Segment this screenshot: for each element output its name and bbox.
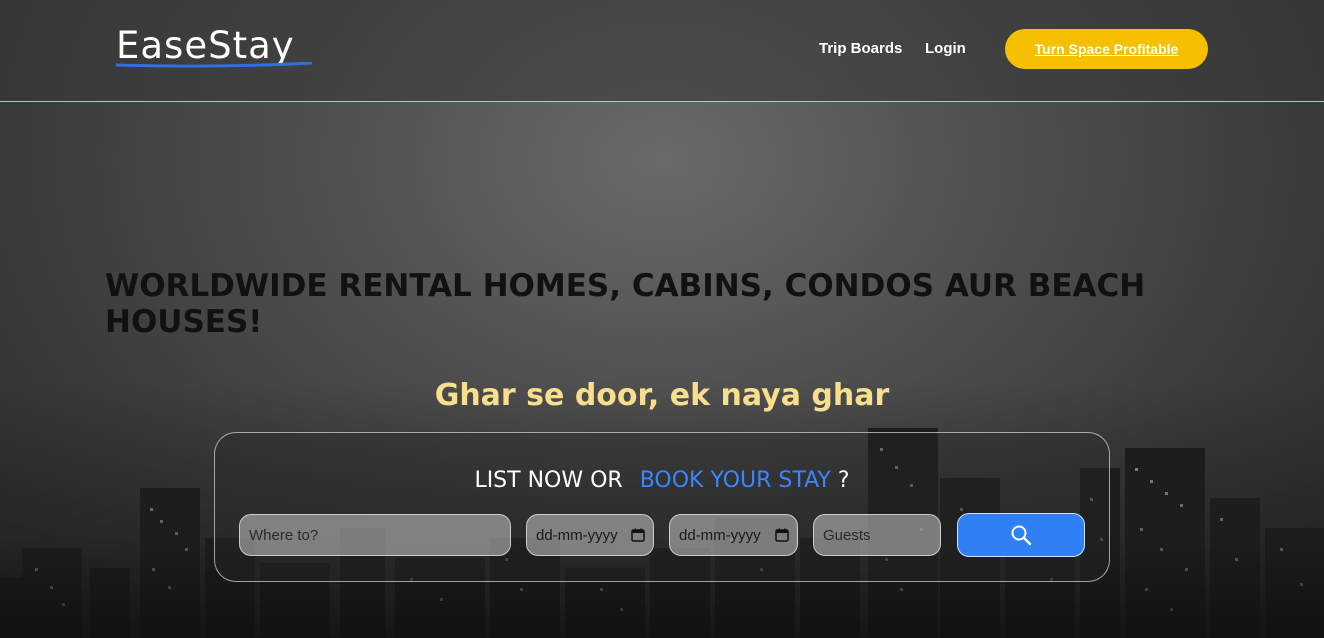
turn-space-profitable-button[interactable]: Turn Space Profitable: [1005, 29, 1208, 69]
destination-input[interactable]: [249, 526, 510, 544]
checkin-date-value: dd-mm-yyyy: [536, 526, 618, 544]
book-your-stay-link[interactable]: BOOK YOUR STAY: [640, 468, 831, 493]
destination-field[interactable]: [239, 514, 511, 556]
checkout-date-field[interactable]: dd-mm-yyyy: [669, 514, 798, 556]
calendar-icon[interactable]: [775, 528, 789, 542]
guests-field[interactable]: [813, 514, 941, 556]
title-plain: LIST NOW OR: [474, 468, 623, 493]
checkin-date-field[interactable]: dd-mm-yyyy: [526, 514, 654, 556]
checkout-date-value: dd-mm-yyyy: [679, 526, 761, 544]
calendar-icon[interactable]: [631, 528, 645, 542]
nav-trip-boards[interactable]: Trip Boards: [819, 40, 902, 57]
hero-headline: WORLDWIDE RENTAL HOMES, CABINS, CONDOS A…: [105, 268, 1146, 340]
search-card-title: LIST NOW OR BOOK YOUR STAY ?: [215, 468, 1109, 493]
search-icon: [1011, 525, 1032, 546]
logo[interactable]: EaseStay: [116, 24, 295, 67]
guests-input[interactable]: [823, 526, 940, 544]
title-suffix: ?: [837, 468, 850, 493]
search-card: LIST NOW OR BOOK YOUR STAY ? dd-mm-yyyy …: [214, 432, 1110, 582]
hero-tagline: Ghar se door, ek naya ghar: [434, 378, 890, 413]
top-navbar: EaseStay Trip Boards Login Turn Space Pr…: [0, 0, 1324, 102]
search-button[interactable]: [957, 513, 1085, 557]
logo-underline: [115, 62, 313, 68]
nav-login[interactable]: Login: [925, 40, 966, 57]
